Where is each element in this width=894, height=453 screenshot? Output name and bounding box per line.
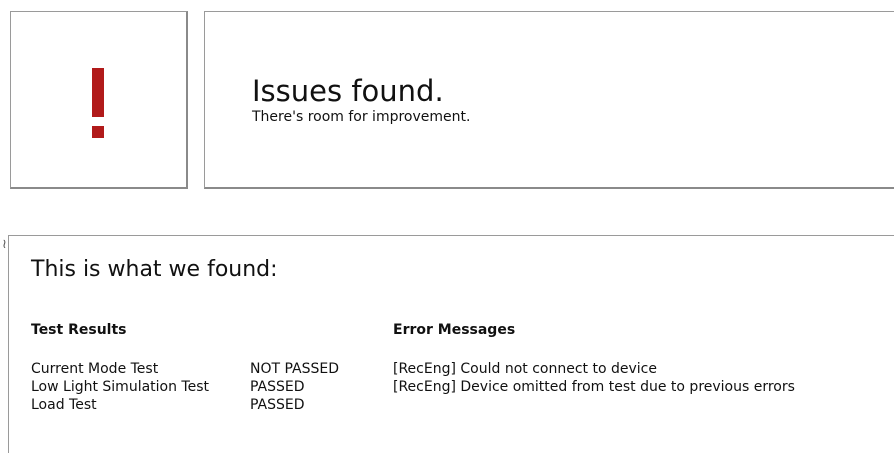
test-row: Current Mode Test NOT PASSED: [31, 360, 381, 378]
summary-title: Issues found.: [252, 74, 444, 108]
error-message: [RecEng] Device omitted from test due to…: [393, 379, 795, 395]
test-name: Low Light Simulation Test: [31, 379, 210, 395]
results-heading: This is what we found:: [31, 257, 278, 282]
test-results-title: Test Results: [31, 322, 127, 338]
test-status: PASSED: [250, 397, 305, 413]
test-name: Current Mode Test: [31, 361, 159, 377]
test-status: PASSED: [250, 379, 305, 395]
results-panel: ≀ This is what we found: Test Results Er…: [2, 235, 894, 453]
test-row: Load Test PASSED: [31, 396, 381, 414]
test-status: NOT PASSED: [250, 361, 340, 377]
exclamation-icon: [89, 68, 107, 140]
summary-panel: Issues found. There's room for improveme…: [204, 11, 894, 189]
exclamation-dot: [92, 126, 104, 138]
summary-subtitle: There's room for improvement.: [252, 109, 471, 125]
corner-mark-icon: ≀: [2, 237, 7, 252]
test-row: Low Light Simulation Test PASSED: [31, 378, 381, 396]
error-message: [RecEng] Could not connect to device: [393, 361, 657, 377]
exclamation-bar: [92, 68, 104, 117]
status-icon-panel: [10, 11, 188, 189]
test-name: Load Test: [31, 397, 97, 413]
error-messages-title: Error Messages: [393, 322, 516, 338]
report-page: Issues found. There's room for improveme…: [0, 0, 894, 453]
